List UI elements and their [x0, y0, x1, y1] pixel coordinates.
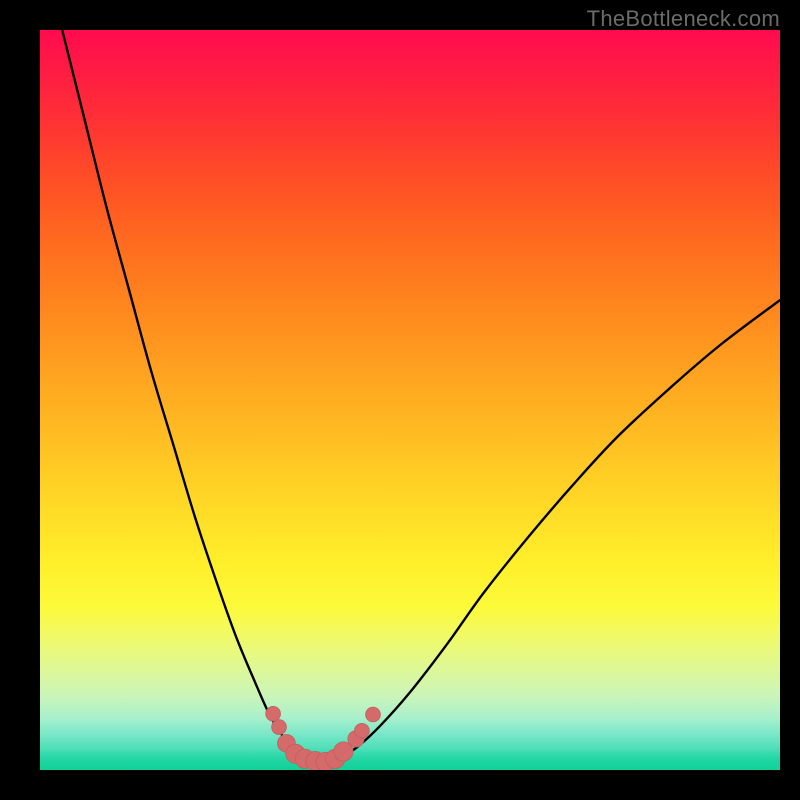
- chart-frame: TheBottleneck.com: [0, 0, 800, 800]
- plot-area: [40, 30, 780, 770]
- valley-marker: [355, 723, 370, 738]
- valley-marker: [366, 707, 381, 722]
- watermark-text: TheBottleneck.com: [587, 6, 780, 32]
- valley-marker: [266, 706, 281, 721]
- valley-marker: [272, 720, 287, 735]
- marker-layer: [266, 706, 381, 770]
- bottleneck-curve: [62, 30, 780, 762]
- curve-layer: [62, 30, 780, 762]
- chart-svg: [40, 30, 780, 770]
